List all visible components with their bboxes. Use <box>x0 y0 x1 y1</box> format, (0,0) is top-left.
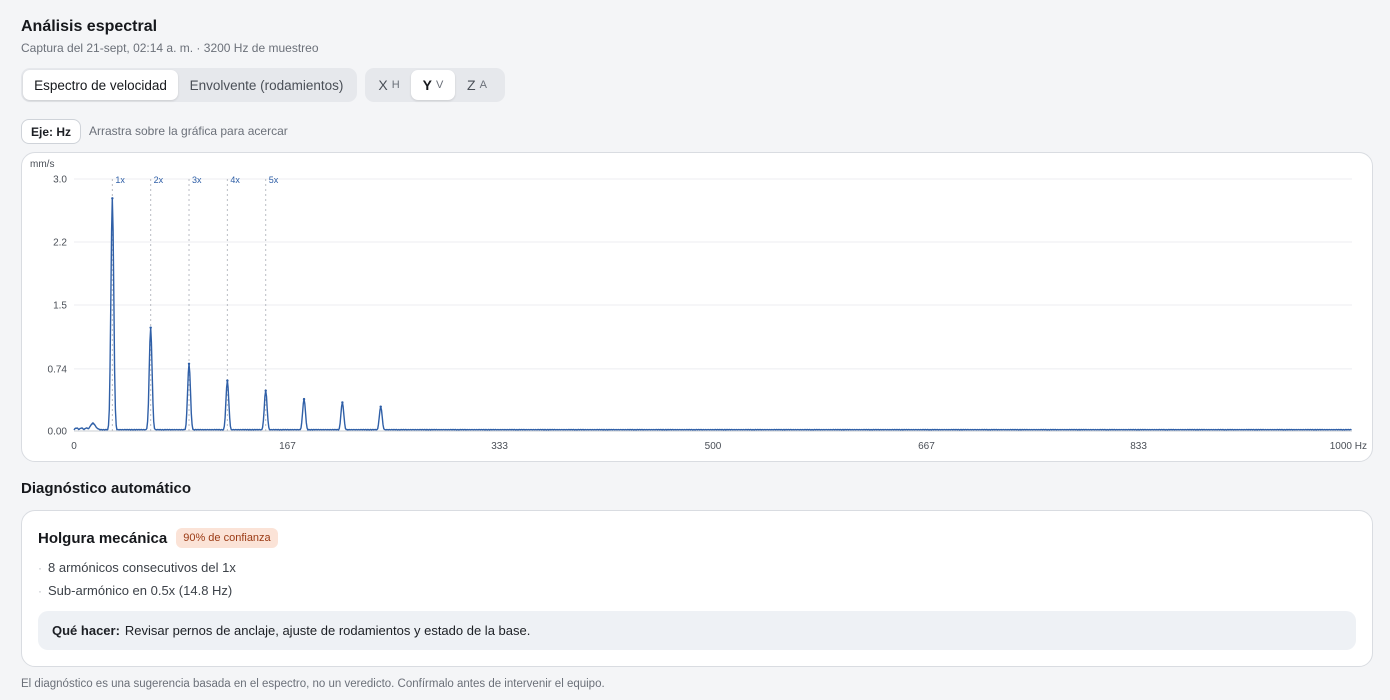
axis-z-sub: A <box>479 79 487 91</box>
spectrum-peak-point <box>111 197 114 200</box>
diagnosis-header: Holgura mecánica 90% de confianza <box>38 528 278 548</box>
axis-x-letter: X <box>378 77 388 93</box>
x-tick-label: 833 <box>1130 441 1147 452</box>
page-title: Análisis espectral <box>21 18 158 35</box>
disclaimer-footnote: El diagnóstico es una sugerencia basada … <box>21 678 605 690</box>
spectrum-peak-point <box>226 379 229 382</box>
action-text: Revisar pernos de anclaje, ajuste de rod… <box>124 623 531 638</box>
mode-tab-group: Espectro de velocidad Envolvente (rodami… <box>21 68 357 102</box>
spectrum-chart[interactable]: mm/s 3.0 2.2 1.5 0.74 0.000 167 333 500 667 833 100… <box>22 153 1373 462</box>
tab-axis-z[interactable]: Z A <box>455 70 499 100</box>
confidence-badge: 90% de confianza <box>176 528 278 548</box>
harmonic-marker-label: 3x <box>192 175 202 185</box>
x-tick-label: 333 <box>491 441 508 452</box>
axis-y-sub: V <box>436 79 444 91</box>
evidence-item: · Sub-armónico en 0.5x (14.8 Hz) <box>38 579 236 602</box>
spectrum-chart-card[interactable]: mm/s 3.0 2.2 1.5 0.74 0.00 0 167 333 500 667 833 100… <box>21 152 1373 462</box>
x-tick-label: 0 <box>71 441 77 452</box>
evidence-list: · 8 armónicos consecutivos del 1x · Sub-… <box>38 556 236 602</box>
evidence-item: · 8 armónicos consecutivos del 1x <box>38 556 236 579</box>
spectrum-peak-point <box>264 389 267 392</box>
action-label: Qué hacer: <box>52 623 120 638</box>
spectrum-peak-point <box>149 326 152 329</box>
axis-z-letter: Z <box>467 77 476 93</box>
x-tick-label: 500 <box>705 441 722 452</box>
axis-tab-group: X H Y V Z A <box>365 68 505 102</box>
harmonic-marker-label: 4x <box>230 175 240 185</box>
axis-unit-chip[interactable]: Eje: Hz <box>21 119 81 144</box>
tab-envelope-bearings[interactable]: Envolvente (rodamientos) <box>178 70 355 100</box>
diagnosis-title: Holgura mecánica <box>38 529 168 547</box>
x-tick-label: 167 <box>279 441 296 452</box>
evidence-text: Sub-armónico en 0.5x (14.8 Hz) <box>48 583 233 598</box>
spectrum-peak-point <box>91 422 95 425</box>
harmonic-marker-label: 2x <box>154 175 164 185</box>
spectrum-peak-point <box>379 405 382 408</box>
zoom-hint: Arrastra sobre la gráfica para acercar <box>89 124 288 138</box>
spectrum-peak-point <box>341 401 344 404</box>
harmonic-marker-label: 5x <box>269 175 279 185</box>
y-tick-label: 0.00 <box>48 427 68 438</box>
page-subtitle: Captura del 21-sept, 02:14 a. m. · 3200 … <box>21 41 319 55</box>
diagnosis-section-title: Diagnóstico automático <box>21 480 192 497</box>
y-tick-label: 1.5 <box>53 301 67 312</box>
tab-axis-y[interactable]: Y V <box>411 70 455 100</box>
bullet-dot-icon: · <box>38 583 42 598</box>
y-tick-label: 2.2 <box>53 238 67 249</box>
x-tick-label: 1000 Hz <box>1330 441 1367 452</box>
axis-x-sub: H <box>391 79 400 91</box>
tab-velocity-spectrum[interactable]: Espectro de velocidad <box>23 70 178 100</box>
y-tick-label: 0.74 <box>48 364 68 375</box>
tab-axis-x[interactable]: X H <box>367 70 411 100</box>
evidence-text: 8 armónicos consecutivos del 1x <box>48 560 236 575</box>
y-axis-unit-label: mm/s <box>30 159 54 170</box>
spectrum-peak-point <box>187 362 191 365</box>
axis-y-letter: Y <box>422 77 432 93</box>
bullet-dot-icon: · <box>38 560 42 575</box>
harmonic-marker-label: 1x <box>115 175 125 185</box>
spectrum-peak-point <box>302 397 306 401</box>
y-tick-label: 3.0 <box>53 175 67 186</box>
x-tick-label: 667 <box>918 441 935 452</box>
diagnosis-card: Holgura mecánica 90% de confianza · 8 ar… <box>21 510 1373 667</box>
recommended-action: Qué hacer: Revisar pernos de anclaje, aj… <box>38 611 1356 650</box>
